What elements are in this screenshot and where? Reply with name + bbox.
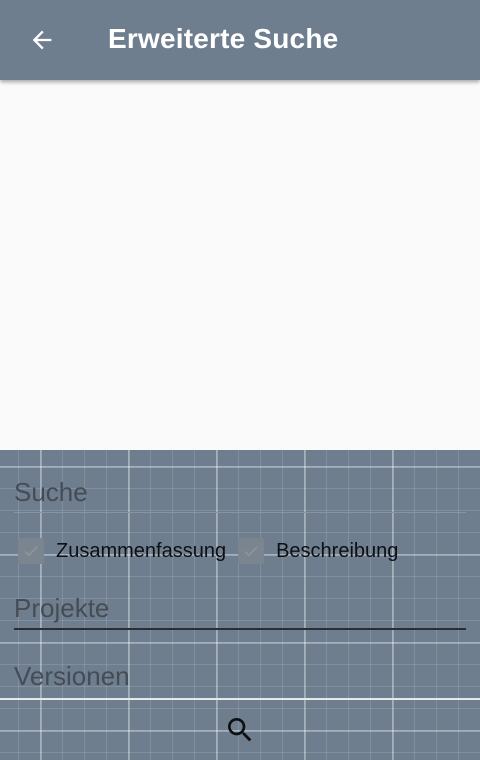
description-checkbox[interactable]: Beschreibung (238, 538, 398, 564)
search-underline (14, 512, 466, 513)
summary-checkbox[interactable]: Zusammenfassung (18, 538, 226, 564)
search-input[interactable] (14, 472, 466, 512)
summary-checkbox-box[interactable] (18, 538, 44, 564)
versions-field (14, 656, 466, 696)
check-icon (24, 546, 38, 557)
description-checkbox-label: Beschreibung (276, 539, 399, 562)
search-scope-options: Zusammenfassung Beschreibung (18, 536, 398, 566)
page-title: Erweiterte Suche (108, 23, 339, 54)
projects-underline (14, 628, 466, 630)
projects-input[interactable] (14, 588, 466, 628)
back-button[interactable] (20, 20, 64, 60)
results-area (0, 80, 480, 450)
projects-field (14, 588, 466, 630)
check-icon (244, 546, 258, 557)
app-bar: Erweiterte Suche (0, 0, 480, 80)
versions-input[interactable] (14, 656, 466, 696)
arrow-left-icon (32, 30, 52, 50)
search-button[interactable] (216, 708, 264, 752)
divider (0, 698, 480, 700)
magnifier-icon (228, 718, 252, 742)
summary-checkbox-label: Zusammenfassung (56, 539, 227, 562)
description-checkbox-box[interactable] (238, 538, 265, 564)
search-field (14, 472, 466, 513)
